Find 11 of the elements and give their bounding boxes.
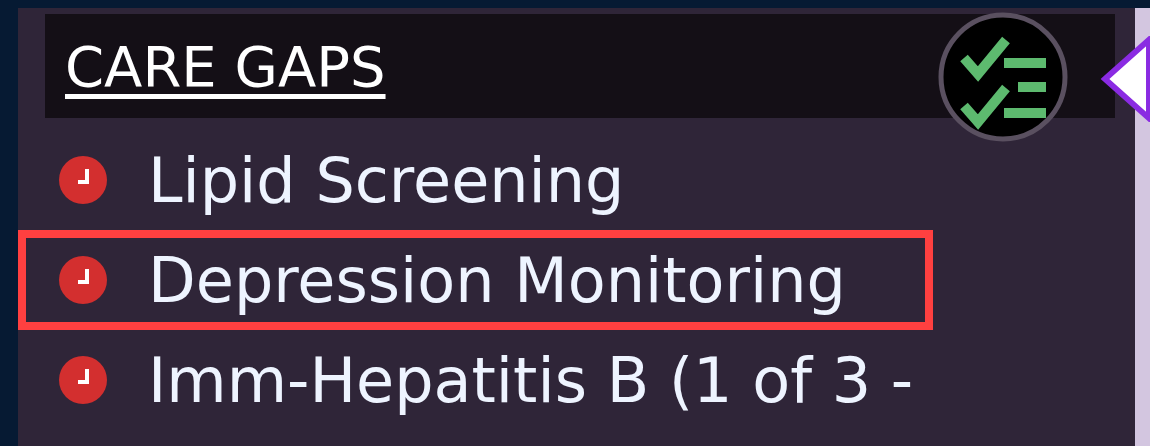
clock-icon [58,355,108,405]
collapse-arrow-icon[interactable] [1100,36,1150,122]
care-gap-item[interactable]: Depression Monitoring [18,230,933,330]
care-gap-item[interactable]: Imm-Hepatitis B (1 of 3 - [18,330,933,430]
clock-icon [58,155,108,205]
clock-icon [58,255,108,305]
panel-title: CARE GAPS [65,33,386,99]
care-gap-item[interactable]: Lipid Screening [18,130,933,230]
care-gap-label: Lipid Screening [148,143,625,217]
care-gap-label: Imm-Hepatitis B (1 of 3 - [148,343,914,417]
care-gap-label: Depression Monitoring [148,243,846,317]
